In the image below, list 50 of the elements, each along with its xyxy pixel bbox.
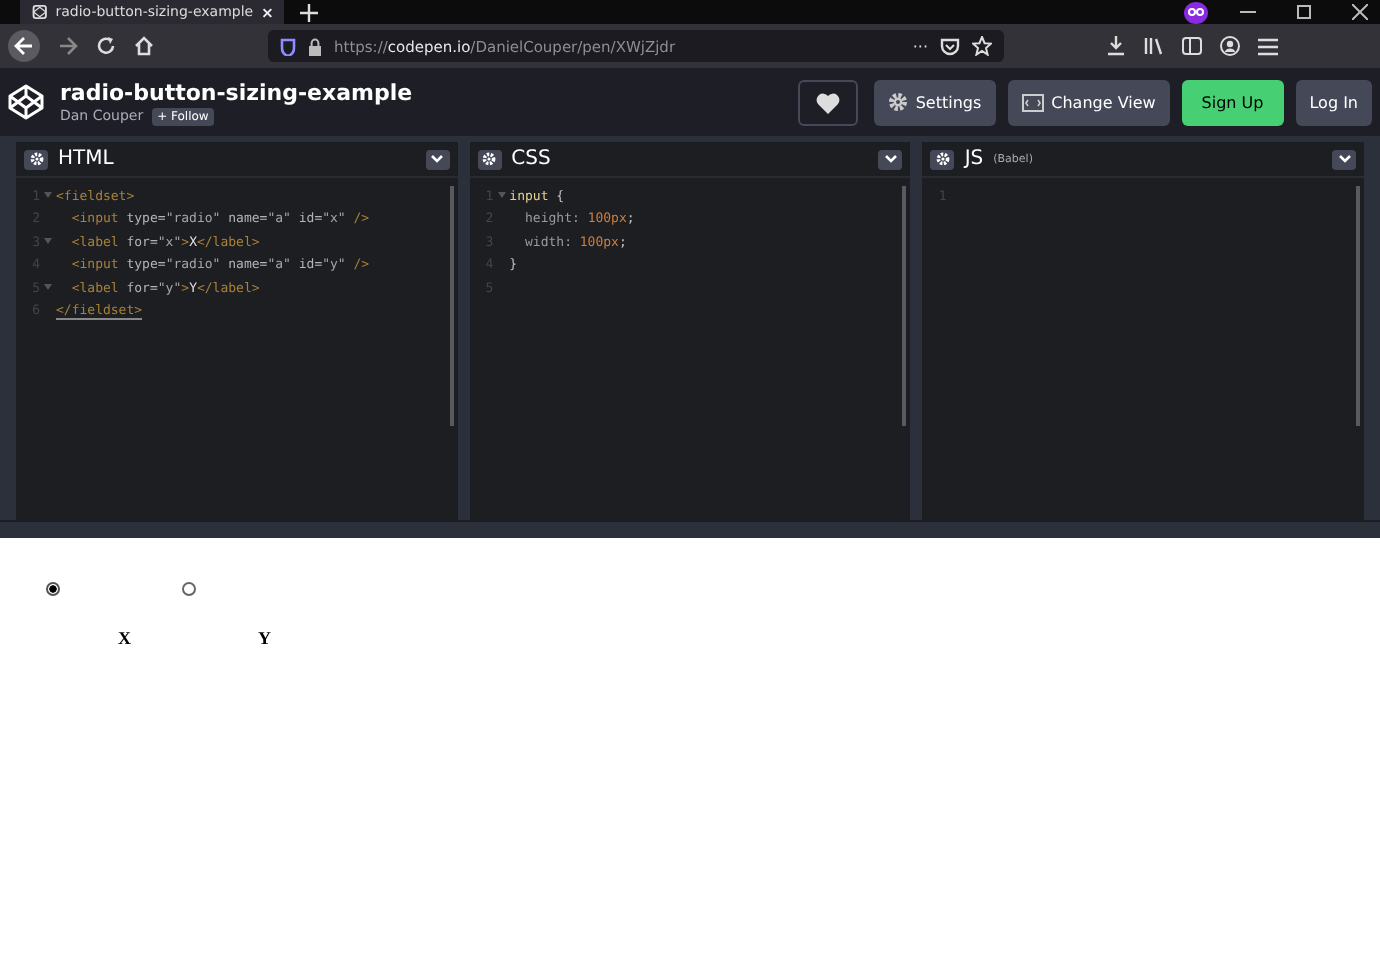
close-icon[interactable] — [261, 5, 272, 19]
back-button[interactable] — [8, 30, 40, 62]
heart-icon — [815, 91, 840, 113]
close-window-icon[interactable] — [1352, 4, 1368, 20]
forward-arrow-icon[interactable] — [58, 36, 78, 56]
editor-dropdown-button[interactable] — [425, 149, 450, 169]
editor-title: CSS — [511, 148, 551, 170]
editor-dropdown-button[interactable] — [878, 149, 903, 169]
editor-title: HTML — [58, 148, 114, 170]
home-icon[interactable] — [134, 36, 154, 56]
settings-icon — [29, 152, 43, 166]
radio-label[interactable]: Y — [258, 628, 274, 648]
settings-button[interactable]: Settings — [873, 79, 996, 125]
code-window-icon — [1021, 93, 1044, 111]
chevron-down-icon — [430, 154, 445, 164]
settings-icon — [935, 152, 950, 166]
library-icon[interactable] — [1144, 36, 1164, 56]
radio-button[interactable] — [182, 582, 196, 596]
sidebar-icon[interactable] — [1182, 36, 1202, 56]
shield-icon — [280, 37, 296, 55]
editor-settings-button[interactable] — [477, 149, 502, 169]
restore-icon[interactable] — [1296, 4, 1312, 20]
sign-up-button[interactable]: Sign Up — [1181, 79, 1284, 125]
menu-icon[interactable] — [1258, 37, 1278, 55]
page-actions-icon[interactable]: ··· — [912, 37, 928, 55]
chevron-down-icon — [1337, 154, 1352, 164]
heart-button[interactable] — [797, 79, 858, 125]
editor-title: JS — [964, 148, 984, 170]
codepen-logo-icon[interactable] — [8, 84, 44, 120]
download-icon[interactable] — [1106, 36, 1126, 56]
pocket-icon[interactable] — [940, 37, 960, 55]
new-tab-icon[interactable] — [300, 3, 318, 21]
settings-icon — [887, 92, 908, 112]
reload-icon[interactable] — [96, 36, 116, 56]
account-icon[interactable] — [1220, 36, 1240, 56]
pen-title: radio-button-sizing-example — [60, 79, 413, 105]
editor-settings-button[interactable] — [24, 149, 48, 169]
star-icon[interactable] — [972, 36, 992, 56]
log-in-button[interactable]: Log In — [1295, 79, 1372, 125]
change-view-button[interactable]: Change View — [1007, 79, 1170, 125]
editor-dropdown-button[interactable] — [1332, 149, 1357, 169]
editor-settings-button[interactable] — [930, 149, 955, 169]
chevron-down-icon — [883, 154, 898, 164]
private-mask-icon — [1184, 1, 1208, 23]
codepen-cube-icon — [32, 2, 48, 22]
radio-button[interactable] — [46, 582, 60, 596]
radio-label[interactable]: X — [118, 628, 134, 648]
back-arrow-icon — [14, 36, 34, 56]
settings-icon — [482, 152, 497, 166]
lock-icon — [308, 37, 322, 55]
